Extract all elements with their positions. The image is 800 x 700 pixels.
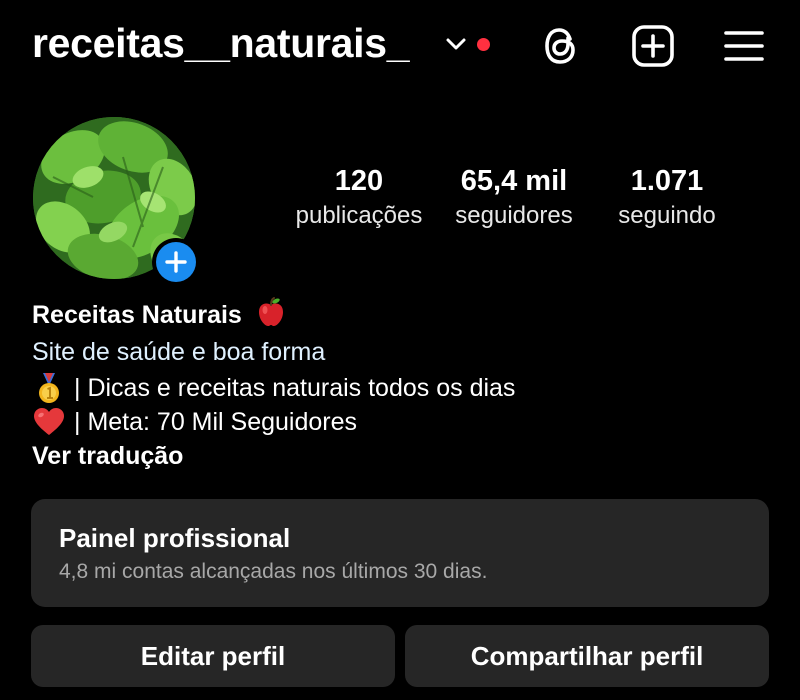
profile-name-text: Receitas Naturais: [32, 301, 242, 329]
stat-followers-count: 65,4 mil: [460, 165, 568, 197]
threads-icon[interactable]: [537, 22, 585, 70]
bio-line-text: | Meta: 70 Mil Seguidores: [74, 407, 358, 436]
menu-icon[interactable]: [720, 22, 768, 70]
stat-posts-label: publicações: [295, 202, 423, 229]
add-story-button[interactable]: [152, 238, 200, 286]
dashboard-subtitle: 4,8 mi contas alcançadas nos últimos 30 …: [59, 560, 488, 583]
profile-header: receitas__naturais_: [0, 0, 800, 100]
share-profile-button[interactable]: Compartilhar perfil: [405, 625, 769, 687]
medal-icon: [39, 373, 59, 403]
add-icon[interactable]: [629, 22, 677, 70]
professional-dashboard[interactable]: Painel profissional 4,8 mi contas alcanç…: [31, 499, 769, 607]
stat-following-count: 1.071: [630, 165, 704, 197]
profile-category: Site de saúde e boa forma: [32, 338, 326, 366]
bio-line-text: | Dicas e receitas naturais todos os dia…: [74, 373, 516, 402]
stat-posts[interactable]: 120 publicações: [287, 163, 431, 233]
chevron-down-icon[interactable]: [445, 36, 467, 52]
username-switcher[interactable]: receitas__naturais_: [32, 20, 410, 67]
stat-followers-label: seguidores: [455, 202, 573, 229]
bio-line: | Meta: 70 Mil Seguidores: [32, 406, 357, 438]
plus-icon: [165, 251, 187, 273]
notification-dot: [477, 38, 490, 51]
heart-icon: [34, 408, 64, 435]
stat-posts-count: 120: [334, 165, 384, 197]
bio-line: | Dicas e receitas naturais todos os dia…: [32, 372, 515, 404]
profile-name: Receitas Naturais: [32, 296, 287, 330]
see-translation-link[interactable]: Ver tradução: [32, 442, 183, 471]
stat-following-label: seguindo: [618, 202, 716, 229]
stat-followers[interactable]: 65,4 mil seguidores: [441, 163, 587, 233]
apple-icon: [258, 297, 283, 326]
dashboard-title: Painel profissional: [59, 523, 291, 553]
add-story-badge: [156, 242, 196, 282]
edit-profile-button[interactable]: Editar perfil: [31, 625, 395, 687]
stat-following[interactable]: 1.071 seguindo: [604, 163, 730, 233]
